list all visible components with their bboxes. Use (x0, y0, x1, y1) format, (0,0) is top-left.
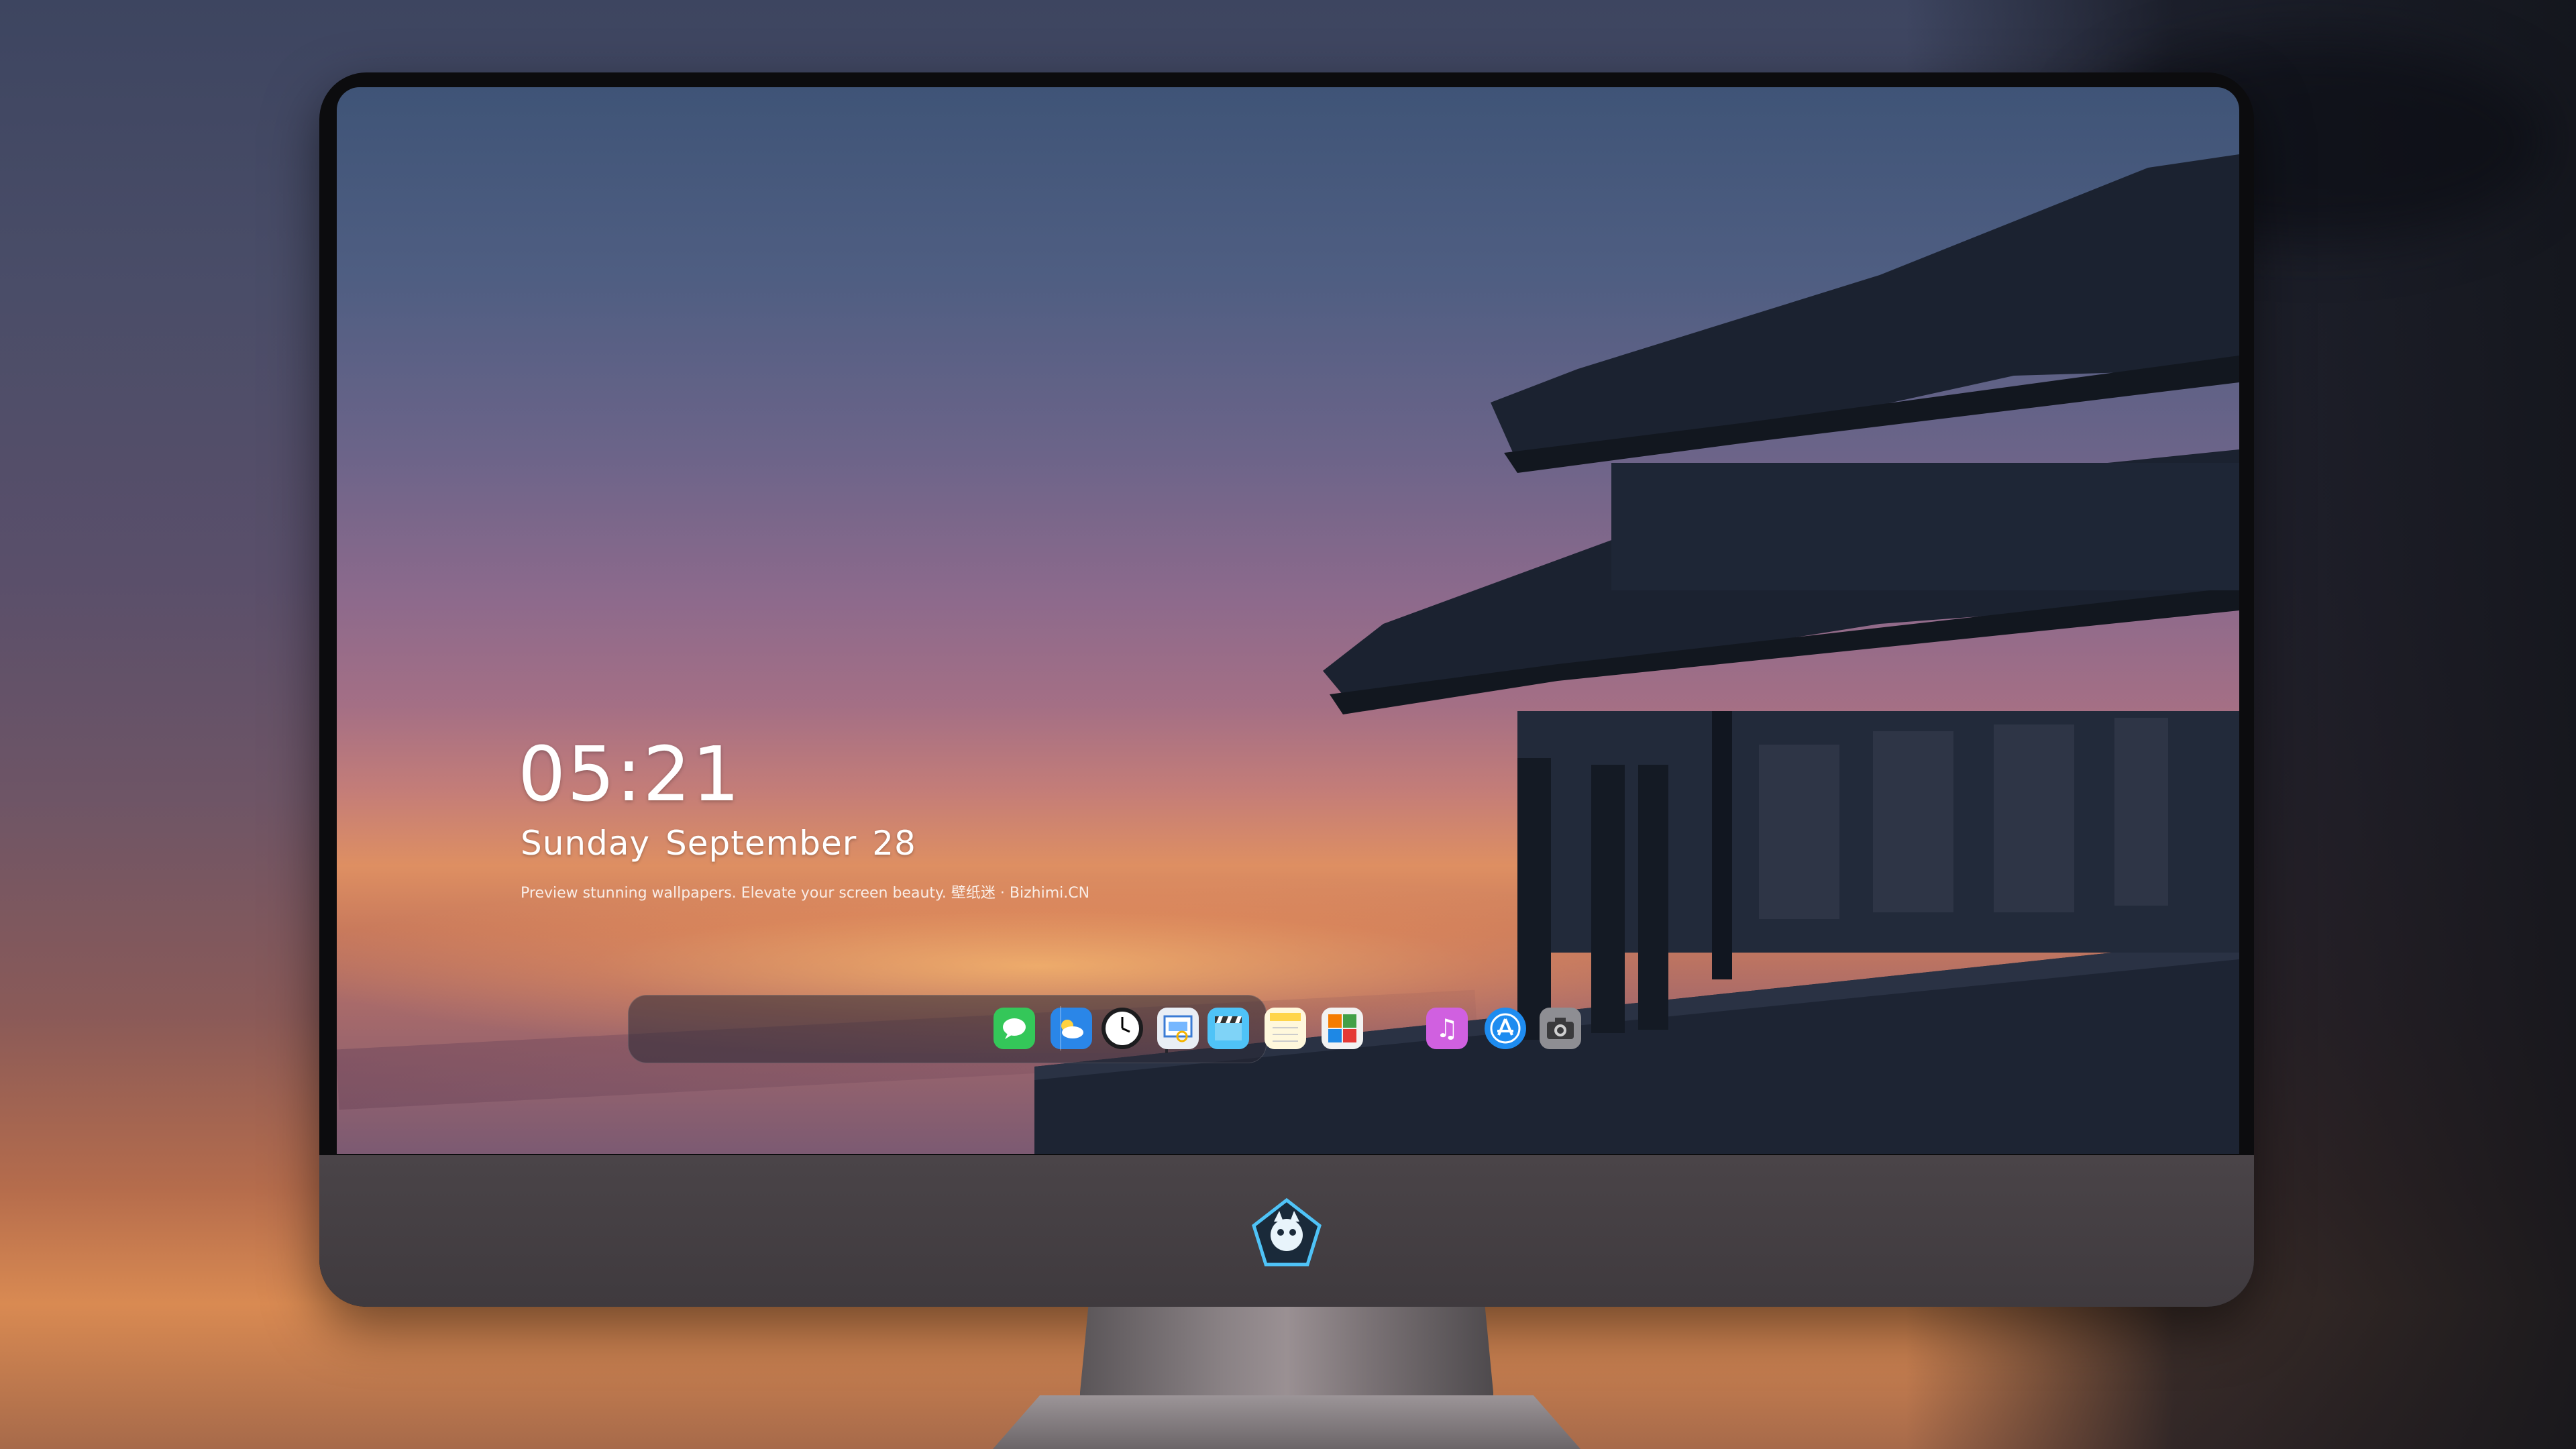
lock-screen-time: 05:21 (518, 731, 741, 818)
preview-icon[interactable] (1157, 1008, 1199, 1049)
dock-separator (1060, 1006, 1061, 1051)
wallpaper-caption: Preview stunning wallpapers. Elevate you… (521, 885, 1090, 902)
notes-icon[interactable] (1265, 1008, 1306, 1049)
desktop-screen: 05:21 Sunday September 28 Preview stunni… (337, 87, 2239, 1154)
music-icon[interactable]: ♫ (1426, 1008, 1468, 1049)
monitor-stand-base (993, 1395, 1580, 1449)
weather-icon[interactable] (1051, 1008, 1092, 1049)
palace-silhouette (1034, 154, 2239, 1154)
photobooth-icon[interactable] (1322, 1008, 1363, 1049)
clapperboard-icon[interactable] (1208, 1008, 1249, 1049)
messages-icon[interactable] (994, 1008, 1035, 1049)
brand-logo-icon (1252, 1197, 1322, 1267)
appstore-icon[interactable] (1485, 1008, 1526, 1049)
clock-icon[interactable] (1102, 1008, 1143, 1049)
lock-screen-date: Sunday September 28 (521, 824, 916, 863)
camera-icon[interactable] (1540, 1008, 1581, 1049)
